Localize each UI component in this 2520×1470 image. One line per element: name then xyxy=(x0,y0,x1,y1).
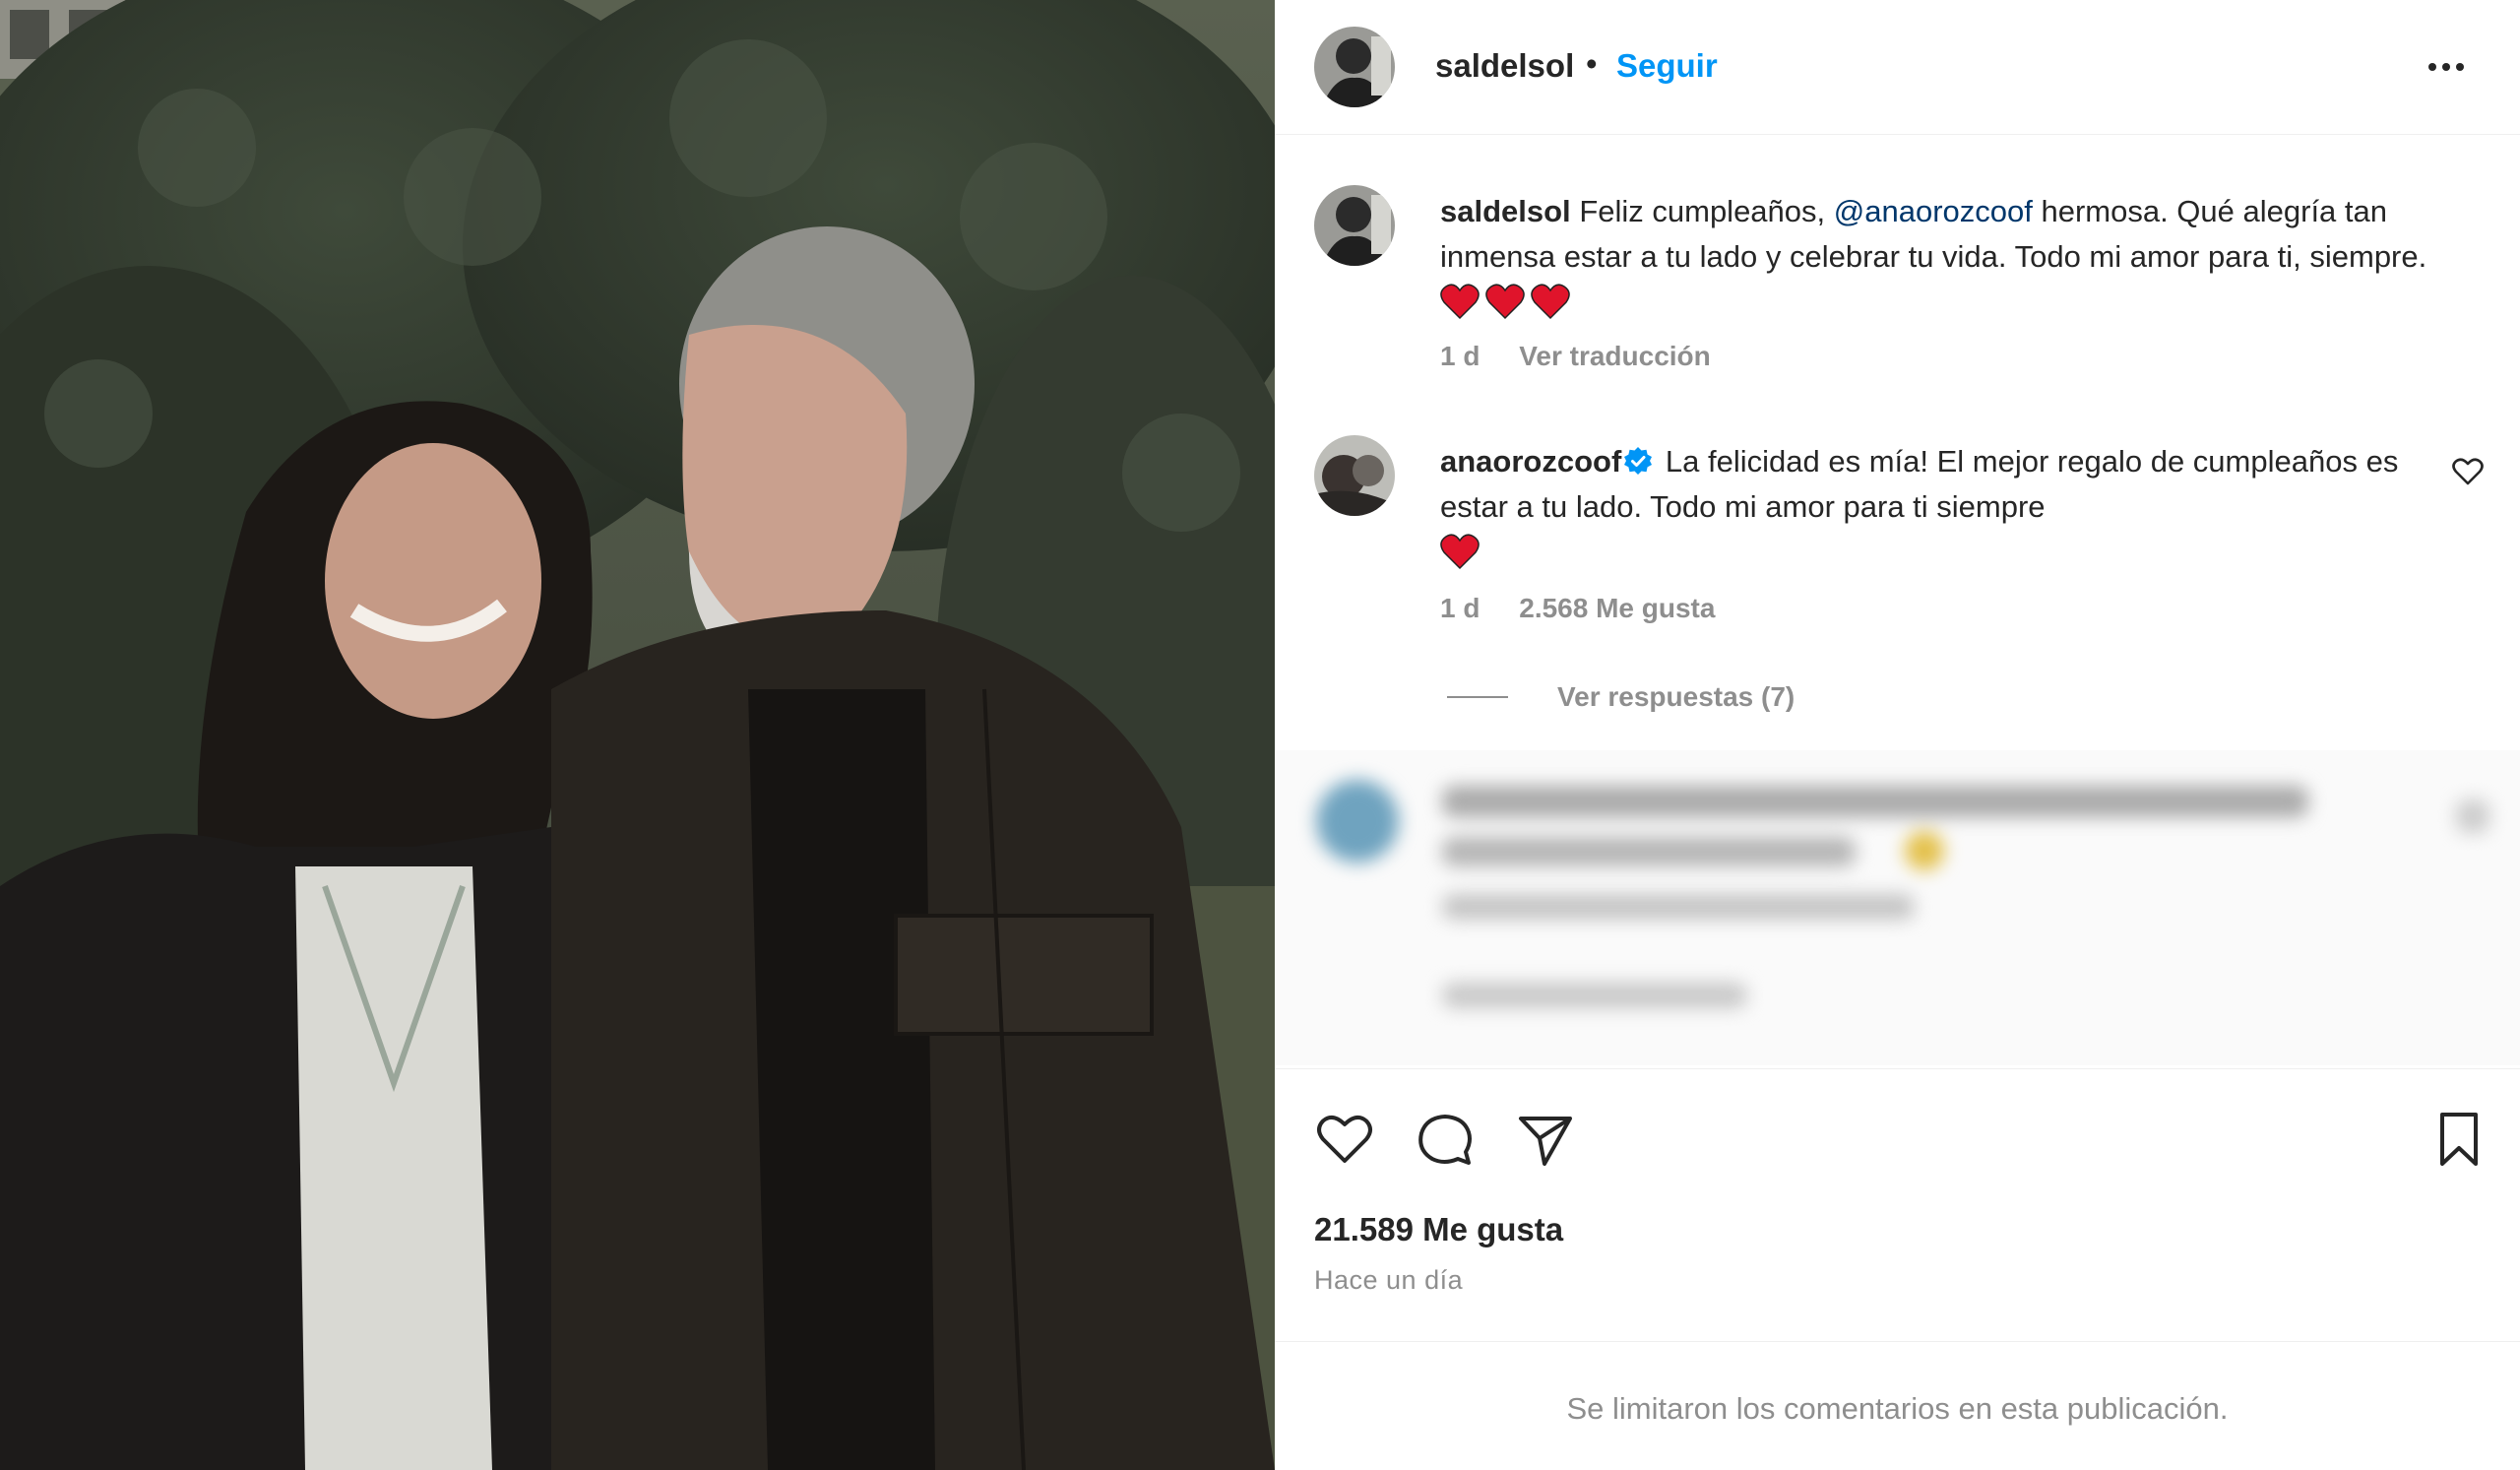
view-replies-label: Ver respuestas (7) xyxy=(1557,681,1796,712)
post-actions xyxy=(1275,1068,2520,1166)
mention-link[interactable]: @anaorozcoof xyxy=(1834,194,2033,228)
follow-button[interactable]: Seguir xyxy=(1616,47,1718,85)
post-timestamp: Hace un día xyxy=(1314,1265,1464,1295)
save-bookmark-icon[interactable] xyxy=(2428,1109,2489,1170)
comments-limited-notice: Se limitaron los comentarios en esta pub… xyxy=(1566,1391,2229,1426)
caption-username[interactable]: saldelsol xyxy=(1440,194,1571,228)
replies-divider-line xyxy=(1447,696,1508,698)
comment-like-heart-icon[interactable] xyxy=(2451,455,2485,488)
comment-text: anaorozcoof La felicidad es mía! El mejo… xyxy=(1440,439,2464,575)
divider xyxy=(1275,1341,2520,1342)
view-replies-button[interactable]: Ver respuestas (7) xyxy=(1447,681,1795,713)
more-options-icon[interactable] xyxy=(2417,37,2476,96)
like-heart-icon[interactable] xyxy=(1314,1109,1375,1170)
red-heart-icon xyxy=(1440,534,1480,570)
comment-time: 1 d xyxy=(1440,593,1480,623)
comment-meta: 1 d 2.568 Me gusta xyxy=(1440,593,1746,624)
comment-likes-count[interactable]: 2.568 Me gusta xyxy=(1519,593,1715,623)
caption-text: saldelsol Feliz cumpleaños, @anaorozcoof… xyxy=(1440,189,2464,325)
post-side-panel: saldelsol • Seguir saldelsol Feliz cumpl… xyxy=(1275,0,2520,1470)
share-paper-plane-icon[interactable] xyxy=(1515,1109,1576,1170)
post-author-username[interactable]: saldelsol xyxy=(1435,47,1574,85)
comment-username[interactable]: anaorozcoof xyxy=(1440,444,1621,479)
post-header: saldelsol • Seguir xyxy=(1275,0,2520,135)
caption-time: 1 d xyxy=(1440,341,1480,371)
separator-dot: • xyxy=(1586,45,1598,82)
avatar[interactable] xyxy=(1314,27,1395,107)
red-heart-icon xyxy=(1531,284,1570,320)
avatar[interactable] xyxy=(1314,435,1395,516)
red-heart-icon xyxy=(1485,284,1525,320)
blurred-comment xyxy=(1275,750,2520,1065)
red-heart-icon xyxy=(1440,284,1480,320)
caption-meta: 1 d Ver traducción xyxy=(1440,341,1742,372)
caption-text-before: Feliz cumpleaños, xyxy=(1579,194,1834,228)
verified-badge-icon xyxy=(1624,447,1653,475)
comment-bubble-icon[interactable] xyxy=(1415,1109,1476,1170)
post-likes-count[interactable]: 21.589 Me gusta xyxy=(1314,1211,1563,1248)
avatar[interactable] xyxy=(1314,185,1395,266)
photo-couple-image xyxy=(0,0,1275,1470)
post-photo xyxy=(0,0,1275,1470)
translate-button[interactable]: Ver traducción xyxy=(1519,341,1711,371)
